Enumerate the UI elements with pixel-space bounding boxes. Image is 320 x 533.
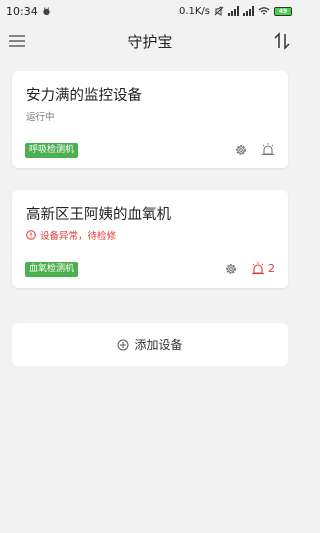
device-name: 高新区王阿姨的血氧机: [26, 207, 171, 223]
device-name: 安力满的监控设备: [26, 88, 142, 104]
device-status-text: 设备异常，待检修: [40, 231, 117, 242]
network-speed: 0.1K/s: [178, 5, 210, 17]
alarm-count-badge: 2: [268, 262, 275, 275]
status-bar: 10:34 0.1K/s 49: [0, 0, 300, 22]
device-status-text: 运行中: [26, 112, 55, 123]
app-notification-icon: [43, 6, 50, 15]
status-time: 10:34: [6, 4, 38, 18]
add-circle-icon: [117, 339, 129, 350]
device-card[interactable]: 高新区王阿姨的血氧机 设备异常，待检修 血氧检测机 2: [12, 190, 288, 288]
device-type-tag: 呼吸检测机: [25, 143, 79, 158]
gear-icon[interactable]: [234, 143, 248, 157]
mute-icon: [214, 6, 224, 16]
signal-icon: [228, 6, 239, 16]
sort-icon[interactable]: [274, 32, 290, 50]
app-bar: 守护宝: [0, 22, 300, 60]
signal-icon-2: [243, 6, 254, 16]
gear-icon[interactable]: [224, 262, 238, 276]
page-title: 守护宝: [127, 32, 173, 51]
alarm-icon[interactable]: [261, 142, 275, 156]
device-status: 设备异常，待检修: [26, 228, 116, 242]
add-device-button[interactable]: 添加设备: [12, 323, 288, 366]
alarm-icon[interactable]: [251, 261, 265, 275]
device-type-tag: 血氧检测机: [25, 262, 79, 277]
battery-level: 49: [278, 7, 288, 15]
menu-icon[interactable]: [8, 32, 26, 50]
battery-icon: 49: [274, 6, 292, 16]
warning-icon: [26, 230, 36, 240]
add-device-label: 添加设备: [134, 338, 183, 352]
device-status: 运行中: [26, 109, 55, 123]
device-card[interactable]: 安力满的监控设备 运行中 呼吸检测机: [12, 71, 288, 168]
wifi-icon: [258, 7, 270, 15]
